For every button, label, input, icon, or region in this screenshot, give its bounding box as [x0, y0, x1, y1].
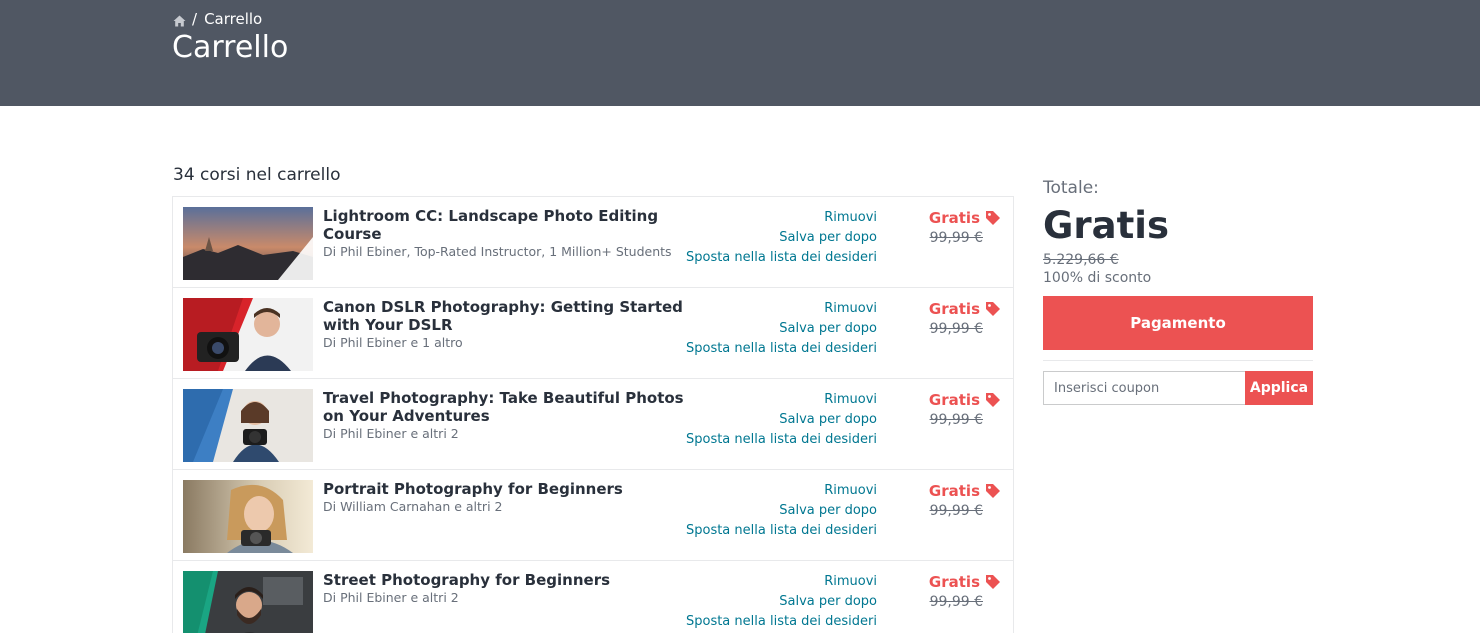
course-author: Di William Carnahan e altri 2 — [323, 499, 503, 514]
coupon-form: Applica — [1043, 371, 1313, 405]
save-for-later-link[interactable]: Salva per dopo — [686, 410, 877, 430]
item-actions: Rimuovi Salva per dopo Sposta nella list… — [686, 390, 877, 450]
price-original: 99,99 € — [929, 412, 983, 428]
total-price: Gratis — [1043, 204, 1169, 247]
apply-coupon-button[interactable]: Applica — [1245, 371, 1313, 405]
price-tag-icon — [985, 210, 1001, 226]
course-thumbnail[interactable] — [183, 389, 313, 462]
page-header: / Carrello Carrello — [0, 0, 1480, 106]
course-author: Di Phil Ebiner e altri 2 — [323, 590, 459, 605]
price-current-label: Gratis — [928, 573, 980, 591]
course-title[interactable]: Street Photography for Beginners — [323, 571, 693, 589]
page-title: Carrello — [172, 30, 289, 65]
breadcrumb-current: Carrello — [204, 10, 263, 28]
course-thumbnail[interactable] — [183, 571, 313, 633]
remove-link[interactable]: Rimuovi — [686, 208, 877, 228]
course-info: Lightroom CC: Landscape Photo Editing Co… — [323, 207, 693, 261]
course-title[interactable]: Lightroom CC: Landscape Photo Editing Co… — [323, 207, 693, 243]
price-tag-icon — [985, 574, 1001, 590]
save-for-later-link[interactable]: Salva per dopo — [686, 228, 877, 248]
remove-link[interactable]: Rimuovi — [686, 481, 877, 501]
item-price: Gratis 99,99 € — [929, 208, 1001, 248]
remove-link[interactable]: Rimuovi — [686, 390, 877, 410]
course-title[interactable]: Canon DSLR Photography: Getting Started … — [323, 298, 693, 334]
total-original-price: 5.229,66 € — [1043, 252, 1119, 268]
item-price: Gratis 99,99 € — [929, 390, 1001, 430]
price-original: 99,99 € — [929, 503, 983, 519]
course-author: Di Phil Ebiner, Top-Rated Instructor, 1 … — [323, 244, 672, 259]
item-price: Gratis 99,99 € — [929, 299, 1001, 339]
price-current-label: Gratis — [928, 391, 980, 409]
checkout-button[interactable]: Pagamento — [1043, 296, 1313, 350]
price-tag-icon — [985, 392, 1001, 408]
move-to-wishlist-link[interactable]: Sposta nella lista dei desideri — [686, 339, 877, 359]
price-current: Gratis — [929, 390, 1001, 410]
move-to-wishlist-link[interactable]: Sposta nella lista dei desideri — [686, 430, 877, 450]
course-author: Di Phil Ebiner e 1 altro — [323, 335, 463, 350]
home-icon[interactable] — [173, 13, 186, 27]
cart-item: Portrait Photography for Beginners Di Wi… — [173, 470, 1013, 561]
move-to-wishlist-link[interactable]: Sposta nella lista dei desideri — [686, 521, 877, 541]
item-actions: Rimuovi Salva per dopo Sposta nella list… — [686, 481, 877, 541]
course-thumbnail[interactable] — [183, 480, 313, 553]
cart-summary: Totale: Gratis 5.229,66 € 100% di sconto… — [1043, 178, 1313, 405]
remove-link[interactable]: Rimuovi — [686, 299, 877, 319]
item-price: Gratis 99,99 € — [929, 572, 1001, 612]
course-info: Travel Photography: Take Beautiful Photo… — [323, 389, 693, 443]
cart-item: Lightroom CC: Landscape Photo Editing Co… — [173, 197, 1013, 288]
cart-count: 34 corsi nel carrello — [173, 165, 341, 185]
course-title[interactable]: Travel Photography: Take Beautiful Photo… — [323, 389, 693, 425]
price-tag-icon — [985, 483, 1001, 499]
total-label: Totale: — [1043, 178, 1099, 198]
price-current-label: Gratis — [928, 300, 980, 318]
price-original: 99,99 € — [929, 230, 983, 246]
course-title[interactable]: Portrait Photography for Beginners — [323, 480, 693, 498]
course-thumbnail[interactable] — [183, 298, 313, 371]
cart-item: Travel Photography: Take Beautiful Photo… — [173, 379, 1013, 470]
price-current: Gratis — [929, 299, 1001, 319]
price-current-label: Gratis — [928, 209, 980, 227]
course-info: Canon DSLR Photography: Getting Started … — [323, 298, 693, 352]
discount-text: 100% di sconto — [1043, 270, 1152, 286]
remove-link[interactable]: Rimuovi — [686, 572, 877, 592]
cart-item: Canon DSLR Photography: Getting Started … — [173, 288, 1013, 379]
save-for-later-link[interactable]: Salva per dopo — [686, 592, 877, 612]
item-actions: Rimuovi Salva per dopo Sposta nella list… — [686, 299, 877, 359]
price-current-label: Gratis — [928, 482, 980, 500]
item-actions: Rimuovi Salva per dopo Sposta nella list… — [686, 208, 877, 268]
price-current: Gratis — [929, 572, 1001, 592]
save-for-later-link[interactable]: Salva per dopo — [686, 501, 877, 521]
price-original: 99,99 € — [929, 321, 983, 337]
move-to-wishlist-link[interactable]: Sposta nella lista dei desideri — [686, 248, 877, 268]
item-actions: Rimuovi Salva per dopo Sposta nella list… — [686, 572, 877, 632]
cart-list: Lightroom CC: Landscape Photo Editing Co… — [172, 196, 1014, 633]
breadcrumb-separator: / — [192, 10, 198, 28]
move-to-wishlist-link[interactable]: Sposta nella lista dei desideri — [686, 612, 877, 632]
coupon-input[interactable] — [1043, 371, 1245, 405]
price-current: Gratis — [929, 481, 1001, 501]
course-author: Di Phil Ebiner e altri 2 — [323, 426, 459, 441]
course-info: Portrait Photography for Beginners Di Wi… — [323, 480, 693, 516]
price-current: Gratis — [929, 208, 1001, 228]
summary-divider — [1043, 360, 1313, 361]
save-for-later-link[interactable]: Salva per dopo — [686, 319, 877, 339]
price-tag-icon — [985, 301, 1001, 317]
course-thumbnail[interactable] — [183, 207, 313, 280]
cart-item: Street Photography for Beginners Di Phil… — [173, 561, 1013, 633]
price-original: 99,99 € — [929, 594, 983, 610]
breadcrumb: / Carrello — [173, 10, 262, 28]
item-price: Gratis 99,99 € — [929, 481, 1001, 521]
course-info: Street Photography for Beginners Di Phil… — [323, 571, 693, 607]
